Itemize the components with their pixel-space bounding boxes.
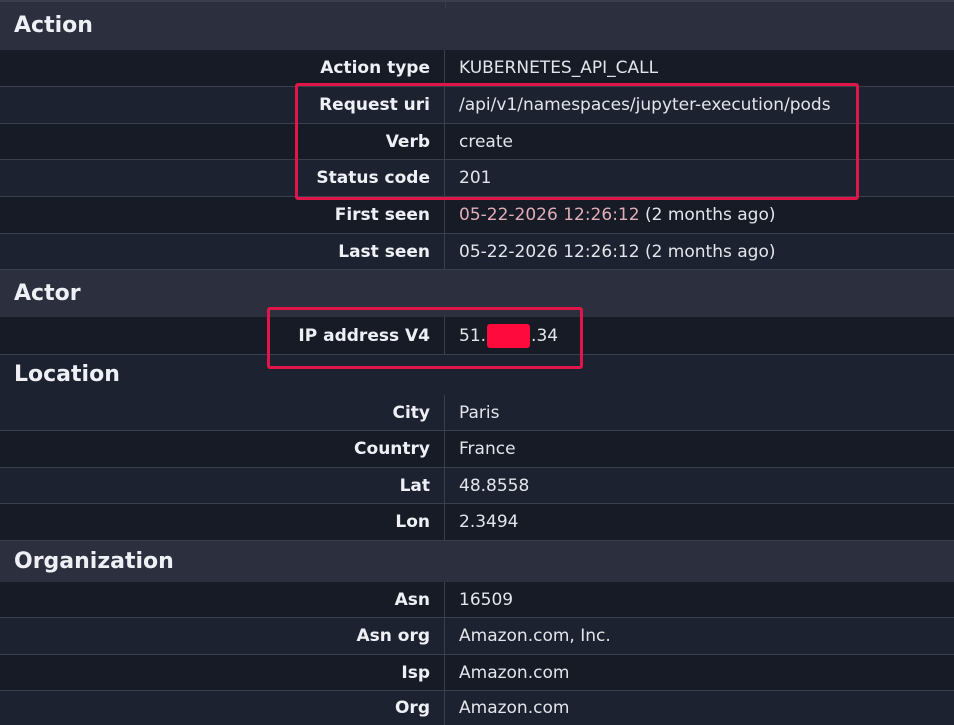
section-title: Actor [14,280,81,306]
row-status-code: Status code 201 [0,160,954,197]
field-value: 51. .34 [445,323,559,348]
column-divider [445,2,446,8]
field-value: 16509 [459,589,514,610]
row-asn-org: Asn org Amazon.com, Inc. [0,618,954,655]
field-label: Lat [0,468,445,503]
field-value: 2.3494 [459,512,519,532]
row-action-type: Action type KUBERNETES_API_CALL [0,50,954,87]
field-label: Request uri [0,87,445,123]
row-asn: Asn 16509 [0,582,954,618]
field-value: create [459,131,513,152]
section-title: Action [14,13,93,38]
field-value: /api/v1/namespaces/jupyter-execution/pod… [459,95,831,115]
row-verb: Verb create [0,124,954,160]
field-label: Lon [0,504,445,540]
timestamp: 05-22-2026 12:26:12 [459,205,640,225]
row-city: City Paris [0,395,954,431]
row-request-uri: Request uri /api/v1/namespaces/jupyter-e… [0,87,954,124]
field-value: 201 [459,168,492,188]
row-ip-address: IP address V4 51. .34 [0,317,954,355]
field-value: 48.8558 [459,475,530,496]
section-header-organization: Organization [0,541,954,582]
section-header-location: Location [0,355,954,395]
row-lat: Lat 48.8558 [0,468,954,504]
field-label: Last seen [0,234,445,269]
field-value: France [459,439,516,459]
row-lon: Lon 2.3494 [0,504,954,541]
row-last-seen: Last seen 05-22-2026 12:26:12 (2 months … [0,234,954,270]
field-value: Amazon.com, Inc. [459,626,611,646]
field-value: 05-22-2026 12:26:12 (2 months ago) [459,241,776,262]
relative-time: (2 months ago) [639,205,776,225]
section-title: Organization [14,548,174,574]
field-label: Asn [0,582,445,617]
field-value: Paris [459,402,500,423]
section-header-actor: Actor [0,270,954,317]
row-first-seen: First seen 05-22-2026 12:26:12 (2 months… [0,197,954,234]
field-label: Isp [0,655,445,690]
section-title: Location [14,362,120,387]
field-label: Country [0,431,445,467]
field-label: Org [0,691,445,725]
redaction-box [487,323,531,348]
field-label: Verb [0,124,445,159]
ip-suffix: .34 [531,325,559,346]
field-value: 05-22-2026 12:26:12 (2 months ago) [445,205,776,225]
details-panel: Action Action type KUBERNETES_API_CALL R… [0,0,954,725]
ip-prefix: 51. [459,325,487,346]
row-isp: Isp Amazon.com [0,655,954,691]
row-country: Country France [0,431,954,468]
field-label: IP address V4 [0,317,445,354]
field-value: KUBERNETES_API_CALL [459,58,659,78]
field-value: Amazon.com [459,662,570,683]
field-label: First seen [0,197,445,233]
field-label: Status code [0,160,445,196]
section-header-action: Action [0,2,954,50]
field-value: Amazon.com [459,698,570,718]
field-label: City [0,395,445,430]
field-label: Action type [0,50,445,86]
row-org: Org Amazon.com [0,691,954,725]
field-label: Asn org [0,618,445,654]
